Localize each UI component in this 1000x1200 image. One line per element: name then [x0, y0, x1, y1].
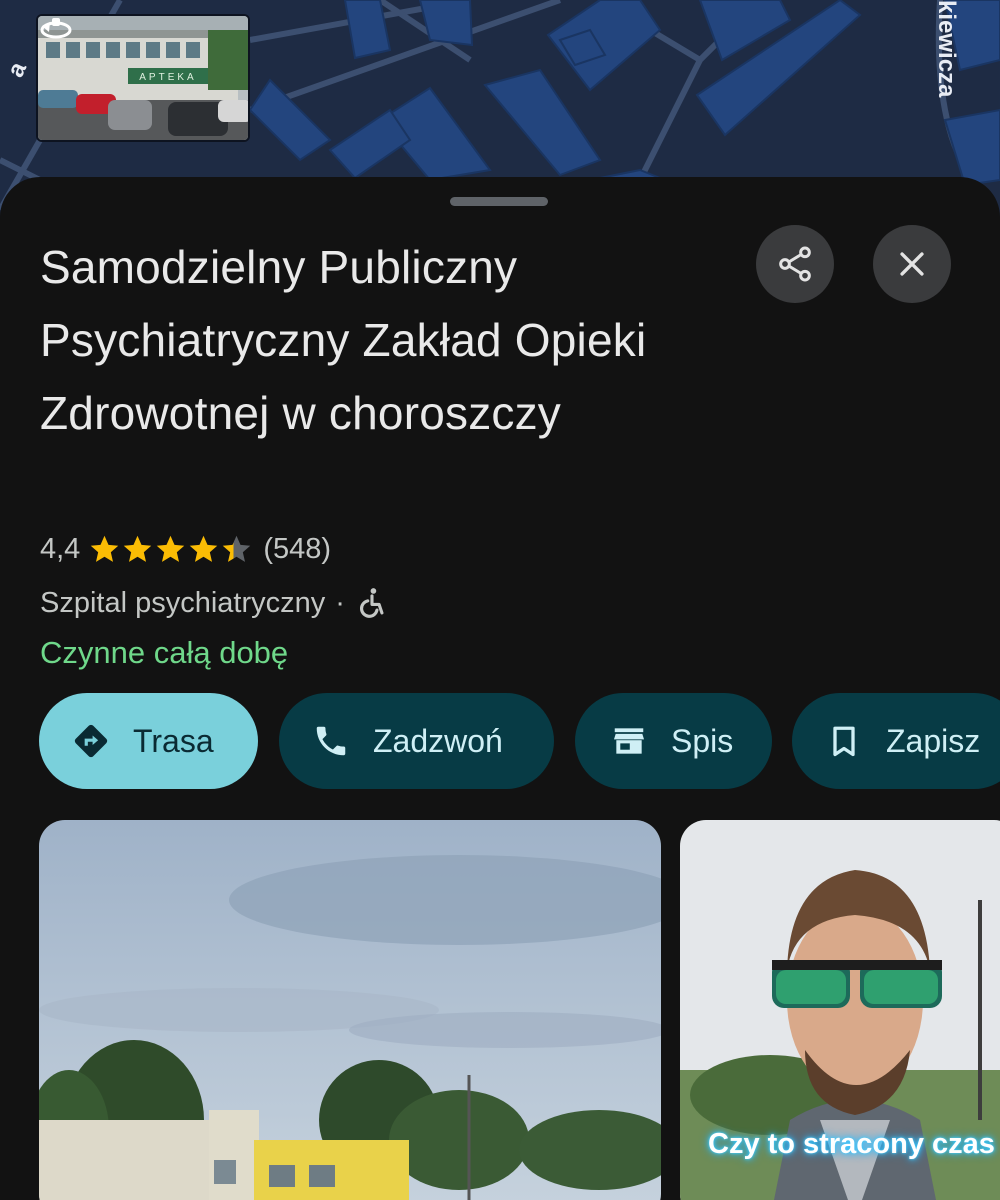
building-photo-image [39, 820, 661, 1200]
storefront-icon [609, 721, 649, 761]
separator-dot: · [335, 586, 345, 619]
menu-label: Spis [671, 722, 734, 759]
save-button[interactable]: Zapisz [792, 693, 1000, 789]
call-button[interactable]: Zadzwoń [279, 693, 554, 789]
star-icon [157, 535, 185, 562]
hours-status[interactable]: Czynne całą dobę [40, 635, 288, 671]
rating-row[interactable]: 4,4 (548) [40, 529, 331, 569]
call-label: Zadzwoń [373, 722, 503, 759]
directions-icon [71, 721, 111, 761]
share-button[interactable] [756, 225, 834, 303]
menu-button[interactable]: Spis [575, 693, 772, 789]
place-category: Szpital psychiatryczny [40, 586, 326, 619]
street-view-sign: APTEKA [139, 72, 196, 83]
directions-label: Trasa [133, 722, 214, 759]
street-label-right: kiewicza [933, 0, 960, 98]
star-icon [223, 535, 251, 562]
place-video-thumbnail[interactable]: Czy to stracony czas [680, 820, 1000, 1200]
rating-stars [88, 533, 253, 566]
wheelchair-icon[interactable] [355, 585, 389, 621]
street-view-thumbnail[interactable]: APTEKA [36, 14, 250, 142]
share-icon [779, 246, 811, 282]
close-icon [900, 252, 924, 276]
close-button[interactable] [873, 225, 951, 303]
place-details-sheet: Samodzielny Publiczny Psychiatryczny Zak… [0, 177, 1000, 1200]
star-icon [91, 535, 119, 562]
place-photo-building[interactable] [39, 820, 661, 1200]
video-caption: Czy to stracony czas [708, 1128, 995, 1160]
save-label: Zapisz [886, 722, 981, 759]
star-icon [124, 535, 152, 562]
category-row: Szpital psychiatryczny · [40, 582, 389, 624]
star-icon [190, 535, 218, 562]
phone-icon [311, 721, 351, 761]
rotate-360-icon [40, 18, 72, 39]
bookmark-icon [824, 721, 864, 761]
place-title: Samodzielny Publiczny Psychiatryczny Zak… [40, 241, 647, 439]
drag-handle[interactable] [450, 197, 548, 206]
review-count: (548) [263, 532, 332, 565]
rating-value: 4,4 [40, 532, 81, 565]
directions-button[interactable]: Trasa [39, 693, 258, 789]
